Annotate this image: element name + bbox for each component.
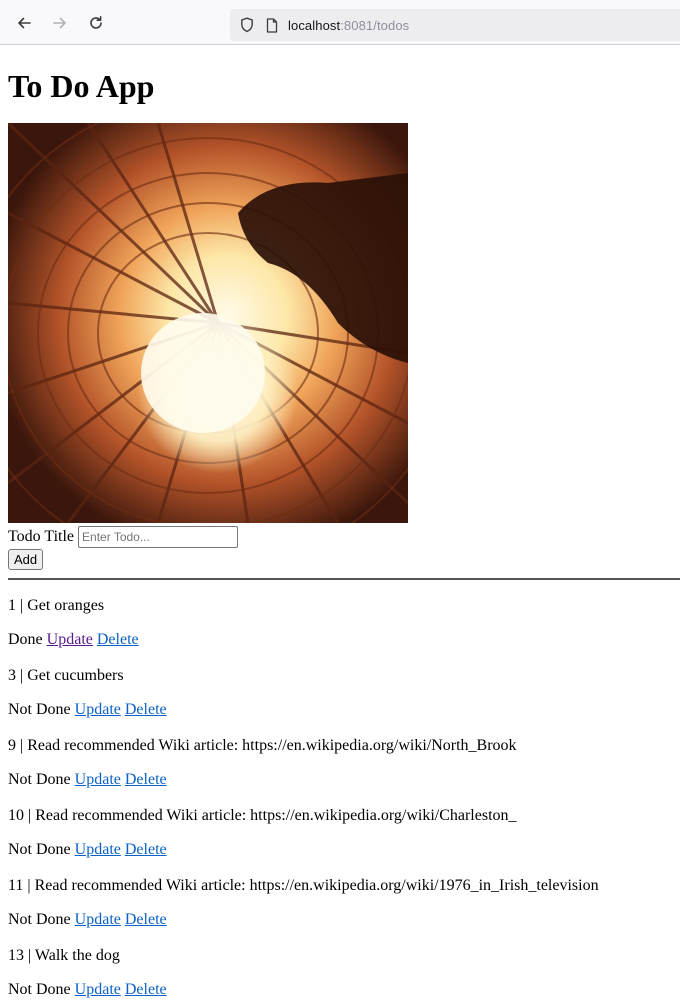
- todo-title-label: Todo Title: [8, 528, 75, 545]
- hero-image: [8, 123, 408, 523]
- todo-item-actions: Not Done Update Delete: [8, 980, 672, 1000]
- reload-icon: [90, 16, 102, 29]
- update-link[interactable]: Update: [75, 771, 121, 788]
- todo-item-title: 9 | Read recommended Wiki article: https…: [8, 737, 517, 755]
- url-text: localhost:8081/todos: [288, 18, 409, 33]
- browser-toolbar: localhost:8081/todos: [0, 0, 680, 45]
- arrow-right-icon: [53, 17, 66, 29]
- todo-item-title: 13 | Walk the dog: [8, 947, 120, 965]
- delete-link[interactable]: Delete: [125, 911, 167, 928]
- update-link[interactable]: Update: [75, 701, 121, 718]
- page-content: To Do App Todo Title Enter Todo... Add 1…: [0, 66, 680, 1000]
- page-icon[interactable]: [264, 16, 280, 34]
- todo-list: 1 | Get oranges Done Update Delete 3 | G…: [8, 596, 672, 1000]
- divider: [8, 578, 680, 581]
- todo-status: Not Done: [8, 701, 71, 719]
- todo-item-actions: Done Update Delete: [8, 630, 672, 650]
- todo-status: Not Done: [8, 911, 71, 929]
- todo-item-actions: Not Done Update Delete: [8, 840, 672, 860]
- todo-item-title: 1 | Get oranges: [8, 597, 105, 615]
- delete-link[interactable]: Delete: [97, 631, 139, 648]
- todo-item-actions: Not Done Update Delete: [8, 770, 672, 790]
- arrow-left-icon: [18, 17, 31, 29]
- shield-icon[interactable]: [238, 16, 256, 34]
- todo-item-title: 10 | Read recommended Wiki article: http…: [8, 807, 517, 825]
- page-title: To Do App: [8, 68, 155, 104]
- address-bar[interactable]: localhost:8081/todos: [230, 9, 680, 41]
- todo-status: Not Done: [8, 841, 71, 859]
- todo-item-actions: Not Done Update Delete: [8, 910, 672, 930]
- delete-link[interactable]: Delete: [125, 771, 167, 788]
- todo-item-title: 3 | Get cucumbers: [8, 667, 124, 685]
- url-path: :8081/todos: [340, 17, 410, 33]
- delete-link[interactable]: Delete: [125, 701, 167, 718]
- todo-status: Not Done: [8, 981, 71, 999]
- back-button[interactable]: [12, 11, 36, 35]
- todo-title-input[interactable]: [78, 526, 239, 549]
- todo-status: Not Done: [8, 771, 71, 789]
- reload-button[interactable]: [84, 11, 108, 35]
- update-link[interactable]: Update: [47, 631, 93, 648]
- forward-button[interactable]: [48, 11, 72, 35]
- add-button[interactable]: Add: [8, 549, 44, 571]
- url-host: localhost: [288, 17, 341, 33]
- update-link[interactable]: Update: [75, 911, 121, 928]
- todo-item-title: 11 | Read recommended Wiki article: http…: [8, 877, 599, 895]
- todo-status: Done: [8, 631, 43, 649]
- update-link[interactable]: Update: [75, 981, 121, 998]
- add-todo-form: Todo Title: [8, 526, 672, 549]
- delete-link[interactable]: Delete: [125, 841, 167, 858]
- todo-item-actions: Not Done Update Delete: [8, 700, 672, 720]
- update-link[interactable]: Update: [75, 841, 121, 858]
- delete-link[interactable]: Delete: [125, 981, 167, 998]
